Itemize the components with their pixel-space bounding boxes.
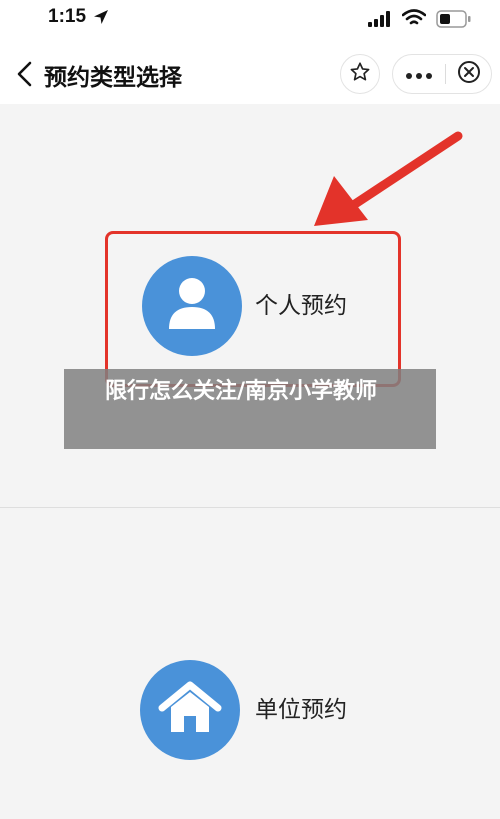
close-button[interactable] [447, 55, 491, 93]
status-bar: 1:15 [0, 0, 500, 40]
signal-icon [368, 11, 394, 31]
back-chevron-icon[interactable] [14, 60, 36, 92]
nav-bar: 预约类型选择 [0, 40, 500, 104]
annotation-arrow-icon [314, 131, 463, 226]
page-title: 预约类型选择 [44, 65, 182, 91]
battery-icon [436, 10, 472, 32]
unit-reservation-label: 单位预约 [255, 697, 347, 723]
section-divider [0, 507, 500, 508]
star-icon [349, 61, 371, 87]
status-time: 1:15 [48, 6, 87, 27]
favorite-button[interactable] [340, 54, 380, 94]
more-button[interactable] [393, 55, 445, 93]
unit-avatar [140, 660, 240, 760]
capsule-divider [445, 64, 446, 84]
more-icon [405, 65, 433, 84]
annotation-highlight-box [105, 231, 401, 387]
watermark-text: 限行怎么关注/南京小学教师 [104, 379, 378, 404]
watermark-overlay: 限行怎么关注/南京小学教师 [64, 369, 436, 449]
location-arrow-icon [92, 8, 110, 30]
mini-program-capsule [392, 54, 492, 94]
close-icon [457, 60, 481, 88]
home-icon [158, 680, 222, 740]
unit-reservation-option[interactable]: 单位预约 [0, 640, 500, 780]
wifi-icon [401, 9, 427, 31]
